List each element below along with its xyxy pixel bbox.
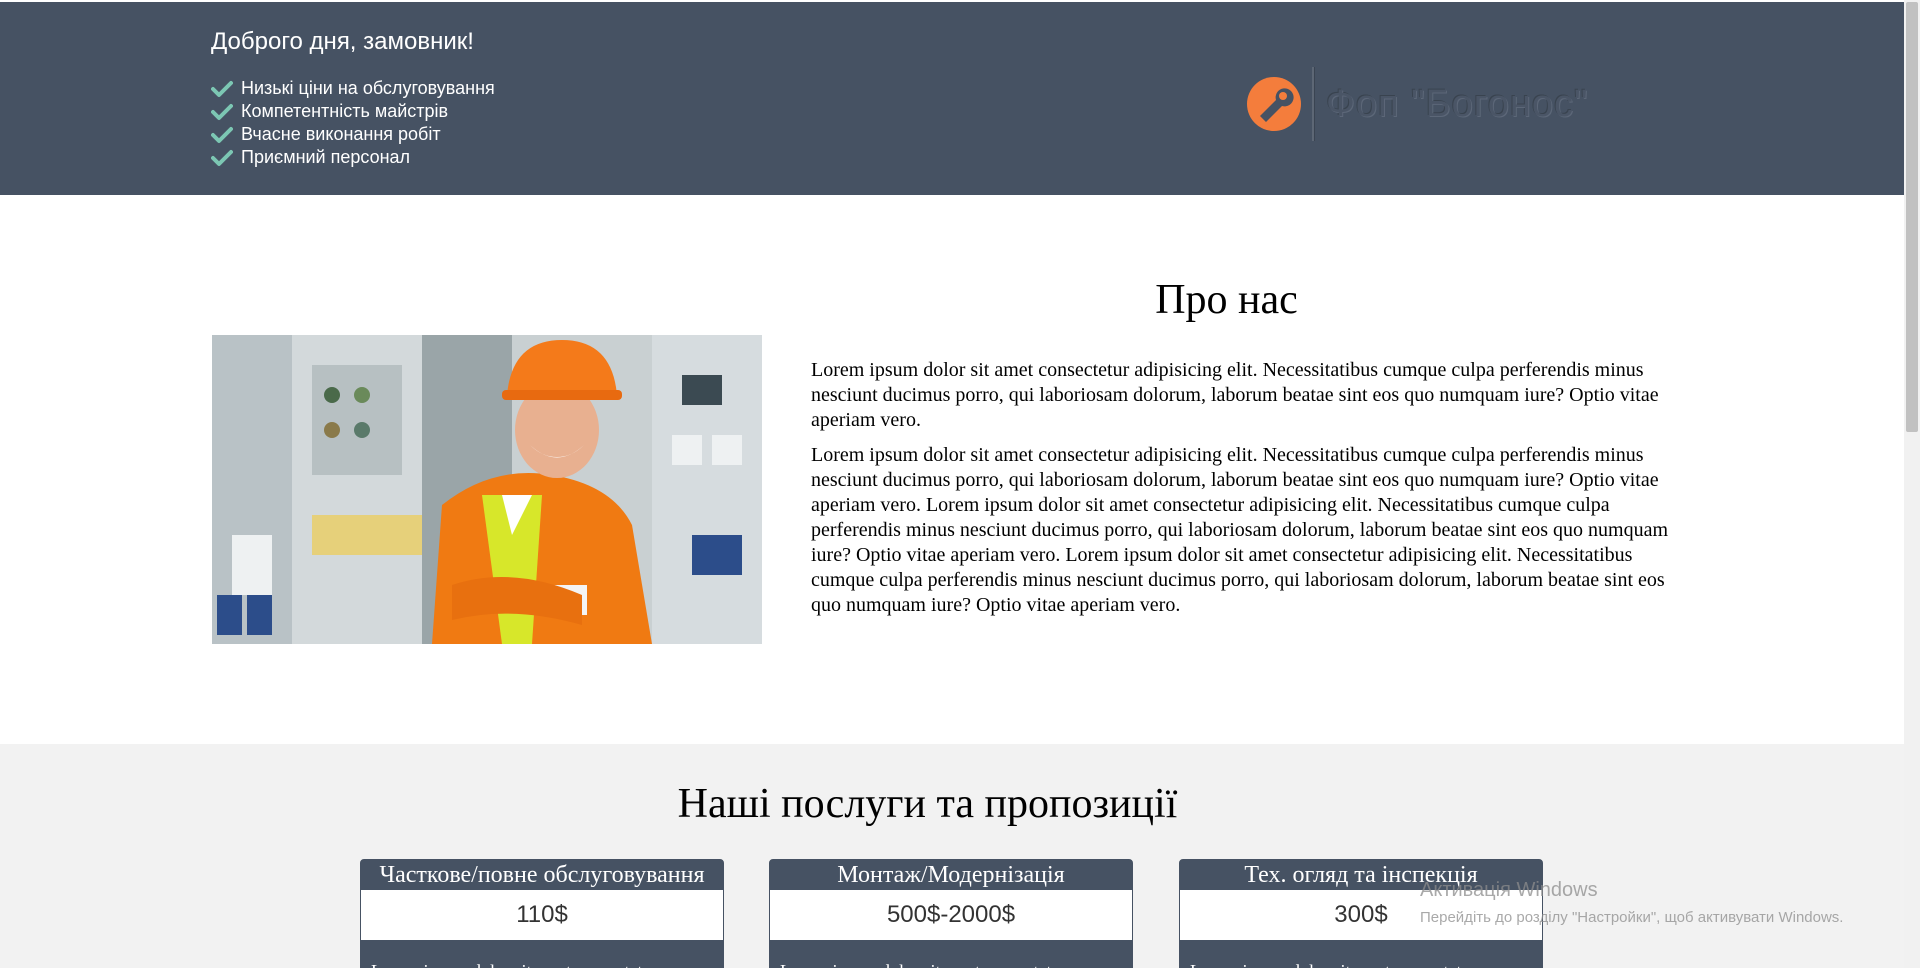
worker-illustration — [212, 335, 762, 644]
service-card-text: Lorem ipsum dolor sit amet consectetur — [361, 940, 723, 968]
service-card-text: Lorem ipsum dolor sit amet consectetur — [770, 940, 1132, 968]
windows-activation-watermark: Активація Windows Перейдіть до розділу "… — [1420, 878, 1843, 928]
greeting-text: Доброго дня, замовник! — [211, 28, 474, 55]
watermark-title: Активація Windows — [1420, 879, 1598, 901]
feature-label: Низькі ціни на обслуговування — [241, 78, 495, 98]
services-title: Наші послуги та пропозиції — [677, 781, 1178, 827]
services-section: Наші послуги та пропозиції Часткове/повн… — [0, 744, 1904, 968]
feature-item: Компетентність майстрів — [211, 100, 495, 123]
feature-item: Приємний персонал — [211, 146, 495, 169]
about-text: Lorem ipsum dolor sit amet consectetur a… — [811, 358, 1686, 628]
about-paragraph: Lorem ipsum dolor sit amet consectetur a… — [811, 444, 1669, 616]
feature-item: Вчасне виконання робіт — [211, 123, 495, 146]
service-card[interactable]: Часткове/повне обслуговування 110$ Lorem… — [360, 859, 724, 968]
wrench-icon — [1247, 77, 1301, 131]
checkmark-icon — [211, 80, 233, 97]
service-card[interactable]: Монтаж/Модернізація 500$-2000$ Lorem ips… — [769, 859, 1133, 968]
service-card-text: Lorem ipsum dolor sit amet consectetur — [1180, 940, 1542, 968]
feature-label: Вчасне виконання робіт — [241, 124, 441, 144]
scrollbar-thumb[interactable] — [1906, 2, 1918, 432]
service-card-price: 110$ — [361, 890, 723, 940]
logo-text: Фоп "Богонос" — [1326, 82, 1589, 125]
vertical-scrollbar[interactable] — [1904, 0, 1920, 968]
service-card-price: 500$-2000$ — [770, 890, 1132, 940]
checkmark-icon — [211, 126, 233, 143]
site-header: Доброго дня, замовник! Низькі ціни на об… — [0, 2, 1904, 195]
checkmark-icon — [211, 149, 233, 166]
worker-photo — [212, 335, 762, 644]
logo-divider — [1312, 67, 1314, 141]
company-logo[interactable]: Фоп "Богонос" — [1246, 66, 1589, 142]
watermark-subtitle: Перейдіть до розділу "Настройки", щоб ак… — [1420, 909, 1844, 926]
feature-label: Приємний персонал — [241, 147, 411, 167]
checkmark-icon — [211, 103, 233, 120]
feature-label: Компетентність майстрів — [241, 101, 449, 121]
service-card-title: Монтаж/Модернізація — [837, 862, 1065, 888]
about-title: Про нас — [1155, 277, 1298, 323]
service-card-title: Часткове/повне обслуговування — [379, 862, 705, 888]
about-paragraph: Lorem ipsum dolor sit amet consectetur a… — [811, 359, 1659, 431]
feature-list: Низькі ціни на обслуговування Компетентн… — [211, 77, 495, 169]
feature-item: Низькі ціни на обслуговування — [211, 77, 495, 100]
